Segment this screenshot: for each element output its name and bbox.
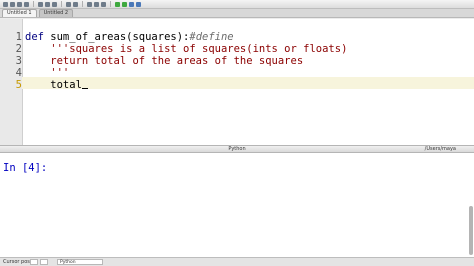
console-title: Python: [228, 146, 246, 152]
def-keyword: def: [25, 31, 44, 43]
save-all-icon[interactable]: [24, 1, 29, 7]
line-number-current: 5: [15, 79, 22, 91]
debug-icon[interactable]: [129, 1, 134, 7]
redo-icon[interactable]: [73, 1, 78, 7]
cursor-line-field: [30, 259, 38, 265]
console-prompt: In [4]:: [3, 162, 48, 174]
line-number: 4: [15, 67, 22, 79]
cut-icon[interactable]: [38, 1, 43, 7]
open-file-icon[interactable]: [10, 1, 15, 7]
copy-icon[interactable]: [45, 1, 50, 7]
line-number: 2: [15, 43, 22, 55]
tab-untitled-1[interactable]: Untitled 1: [2, 9, 37, 17]
toolbar-separator: [61, 1, 62, 7]
toolbar: [0, 0, 474, 9]
find-icon[interactable]: [94, 1, 99, 7]
python-console[interactable]: In [4]:: [0, 153, 474, 257]
code-line: '''squares is a list of squares(ints or …: [25, 43, 348, 55]
paste-icon[interactable]: [52, 1, 57, 7]
line-number: 3: [15, 55, 22, 67]
print-icon[interactable]: [87, 1, 92, 7]
toolbar-separator: [33, 1, 34, 7]
working-directory[interactable]: /Users/maya: [425, 146, 456, 153]
cursor-position-label: Cursor pos: [3, 259, 30, 265]
tab-untitled-2[interactable]: Untitled 2: [38, 9, 74, 17]
new-file-icon[interactable]: [3, 1, 8, 7]
undo-icon[interactable]: [66, 1, 71, 7]
save-icon[interactable]: [17, 1, 22, 7]
line-number-gutter: 1 2 3 4 5: [0, 19, 23, 145]
indent-icon[interactable]: [101, 1, 106, 7]
toolbar-separator: [110, 1, 111, 7]
code-line-current: total: [25, 79, 88, 91]
stop-icon[interactable]: [136, 1, 141, 7]
code-editor[interactable]: 1 2 3 4 5 def sum_of_areas(squares):#def…: [0, 19, 474, 145]
current-line-highlight: [22, 77, 474, 89]
status-bar: Cursor pos Python: [0, 257, 474, 266]
run-icon[interactable]: [115, 1, 120, 7]
cursor-column-field: [40, 259, 48, 265]
function-signature: sum_of_areas(squares):: [43, 31, 190, 43]
code-line: ''': [25, 67, 70, 79]
run-selection-icon[interactable]: [122, 1, 127, 7]
code-line: def sum_of_areas(squares):#define: [25, 31, 234, 43]
code-line: return total of the areas of the squares: [25, 55, 304, 67]
toolbar-separator: [82, 1, 83, 7]
language-mode-select[interactable]: Python: [57, 259, 103, 265]
editor-tab-bar: Untitled 1 Untitled 2: [0, 9, 474, 18]
code-comment: #define: [189, 31, 234, 43]
code-text: total: [25, 79, 82, 91]
console-pane-header: Python /Users/maya: [0, 145, 474, 153]
line-number: 1: [15, 31, 22, 43]
console-scrollbar[interactable]: [469, 206, 473, 255]
text-cursor: [81, 88, 88, 89]
